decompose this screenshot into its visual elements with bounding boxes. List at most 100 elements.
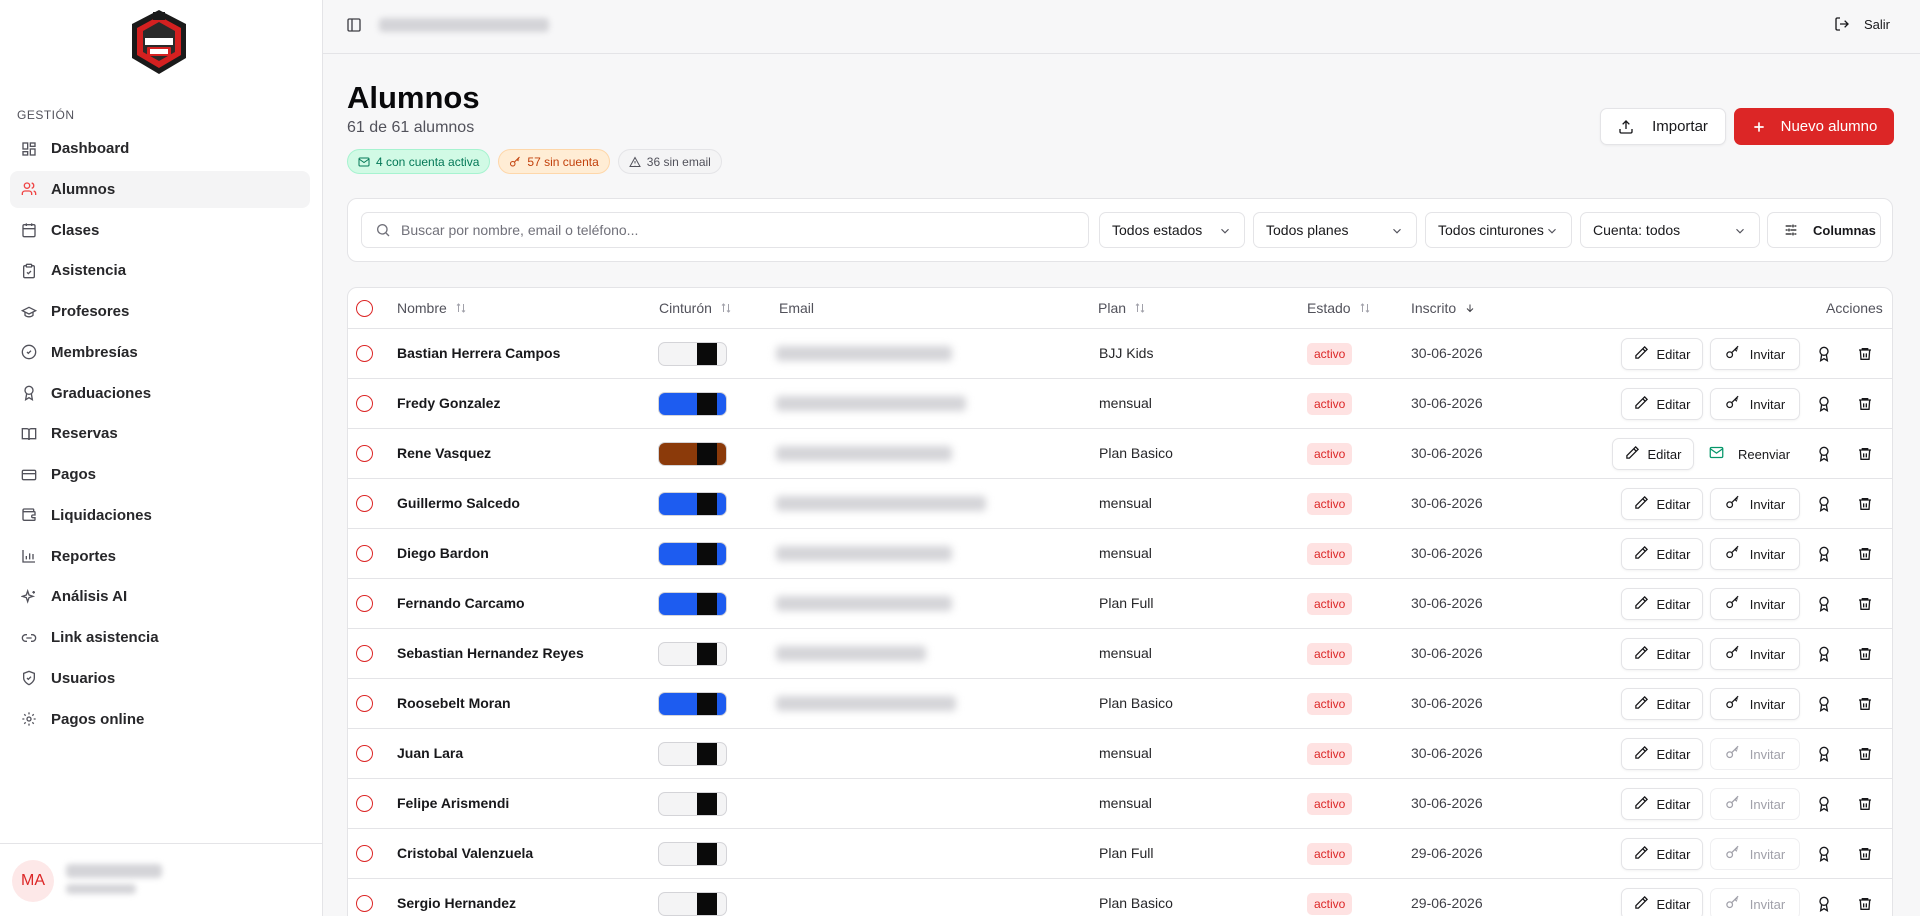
search-input[interactable] — [401, 222, 1081, 238]
account-filter-select[interactable]: Cuenta: todos — [1580, 212, 1760, 248]
trash-icon[interactable] — [1857, 796, 1873, 812]
edit-button[interactable]: Editar — [1621, 788, 1703, 820]
invite-button[interactable]: Invitar — [1710, 588, 1800, 620]
table-row[interactable]: Bastian Herrera Campos BJJ Kids activo 30-0… — [348, 329, 1892, 379]
edit-button[interactable]: Editar — [1621, 388, 1703, 420]
invite-button[interactable]: Invitar — [1710, 638, 1800, 670]
badge-no-email[interactable]: 36 sin email — [617, 149, 722, 174]
status-filter-select[interactable]: Todos estados — [1099, 212, 1245, 248]
column-header-status[interactable]: Estado — [1307, 300, 1371, 316]
award-icon[interactable] — [1816, 446, 1832, 462]
column-header-belt[interactable]: Cinturón — [659, 300, 732, 316]
trash-icon[interactable] — [1857, 696, 1873, 712]
row-checkbox[interactable] — [356, 395, 373, 412]
plan-filter-select[interactable]: Todos planes — [1253, 212, 1417, 248]
column-header-name[interactable]: Nombre — [397, 300, 467, 316]
row-checkbox[interactable] — [356, 695, 373, 712]
row-checkbox[interactable] — [356, 895, 373, 912]
award-icon[interactable] — [1816, 746, 1832, 762]
table-row[interactable]: Roosebelt Moran Plan Basico activo 30-06-20… — [348, 679, 1892, 729]
trash-icon[interactable] — [1857, 446, 1873, 462]
sidebar-item-link-asistencia[interactable]: Link asistencia — [10, 619, 310, 656]
sidebar-item-clases[interactable]: Clases — [10, 212, 310, 249]
row-checkbox[interactable] — [356, 445, 373, 462]
row-checkbox[interactable] — [356, 595, 373, 612]
fight-lab-logo[interactable] — [128, 8, 190, 76]
student-name[interactable]: Sebastian Hernandez Reyes — [397, 645, 584, 661]
table-row[interactable]: Juan Lara mensual activo 30-06-2026 Editar In… — [348, 729, 1892, 779]
sidebar-item-reportes[interactable]: Reportes — [10, 538, 310, 575]
student-name[interactable]: Juan Lara — [397, 745, 463, 761]
student-name[interactable]: Guillermo Salcedo — [397, 495, 520, 511]
table-row[interactable]: Rene Vasquez Plan Basico activo 30-06-2026 E… — [348, 429, 1892, 479]
row-checkbox[interactable] — [356, 745, 373, 762]
edit-button[interactable]: Editar — [1621, 888, 1703, 916]
award-icon[interactable] — [1816, 646, 1832, 662]
sidebar-item-asistencia[interactable]: Asistencia — [10, 252, 310, 289]
award-icon[interactable] — [1816, 546, 1832, 562]
student-name[interactable]: Felipe Arismendi — [397, 795, 509, 811]
table-row[interactable]: Felipe Arismendi mensual activo 30-06-2026 E… — [348, 779, 1892, 829]
invite-button[interactable]: Invitar — [1710, 388, 1800, 420]
award-icon[interactable] — [1816, 396, 1832, 412]
edit-button[interactable]: Editar — [1621, 538, 1703, 570]
table-row[interactable]: Cristobal Valenzuela Plan Full activo 29-06… — [348, 829, 1892, 879]
student-name[interactable]: Cristobal Valenzuela — [397, 845, 533, 861]
student-name[interactable]: Fredy Gonzalez — [397, 395, 500, 411]
sidebar-item-dashboard[interactable]: Dashboard — [10, 130, 310, 167]
columns-button[interactable]: Columnas — [1767, 212, 1881, 248]
trash-icon[interactable] — [1857, 396, 1873, 412]
sidebar-item-usuarios[interactable]: Usuarios — [10, 660, 310, 697]
table-row[interactable]: Fernando Carcamo Plan Full activo 30-06-202… — [348, 579, 1892, 629]
award-icon[interactable] — [1816, 496, 1832, 512]
invite-button[interactable]: Invitar — [1710, 688, 1800, 720]
award-icon[interactable] — [1816, 346, 1832, 362]
sidebar-item-analisis-ai[interactable]: Análisis AI — [10, 578, 310, 615]
sidebar-item-liquidaciones[interactable]: Liquidaciones — [10, 497, 310, 534]
sidebar-item-pagos-online[interactable]: Pagos online — [10, 701, 310, 738]
invite-button[interactable]: Invitar — [1710, 338, 1800, 370]
award-icon[interactable] — [1816, 846, 1832, 862]
column-header-plan[interactable]: Plan — [1098, 300, 1146, 316]
trash-icon[interactable] — [1857, 496, 1873, 512]
edit-button[interactable]: Editar — [1621, 588, 1703, 620]
edit-button[interactable]: Editar — [1621, 338, 1703, 370]
award-icon[interactable] — [1816, 596, 1832, 612]
select-all-checkbox[interactable] — [356, 300, 373, 317]
invite-button[interactable]: Invitar — [1710, 488, 1800, 520]
column-header-enrolled[interactable]: Inscrito — [1411, 300, 1476, 316]
table-row[interactable]: Fredy Gonzalez mensual activo 30-06-2026 Edi… — [348, 379, 1892, 429]
student-name[interactable]: Bastian Herrera Campos — [397, 345, 560, 361]
badge-active-accounts[interactable]: 4 con cuenta activa — [347, 149, 491, 174]
award-icon[interactable] — [1816, 696, 1832, 712]
belt-filter-select[interactable]: Todos cinturones — [1425, 212, 1572, 248]
table-row[interactable]: Sebastian Hernandez Reyes mensual activo 30… — [348, 629, 1892, 679]
table-row[interactable]: Diego Bardon mensual activo 30-06-2026 Edita… — [348, 529, 1892, 579]
trash-icon[interactable] — [1857, 646, 1873, 662]
edit-button[interactable]: Editar — [1621, 838, 1703, 870]
edit-button[interactable]: Editar — [1621, 688, 1703, 720]
edit-button[interactable]: Editar — [1621, 638, 1703, 670]
edit-button[interactable]: Editar — [1621, 488, 1703, 520]
student-name[interactable]: Fernando Carcamo — [397, 595, 525, 611]
invite-button[interactable]: Invitar — [1710, 538, 1800, 570]
trash-icon[interactable] — [1857, 746, 1873, 762]
sidebar-item-reservas[interactable]: Reservas — [10, 415, 310, 452]
student-name[interactable]: Roosebelt Moran — [397, 695, 511, 711]
table-row[interactable]: Sergio Hernandez Plan Basico activo 29-06-2… — [348, 879, 1892, 916]
row-checkbox[interactable] — [356, 345, 373, 362]
trash-icon[interactable] — [1857, 546, 1873, 562]
student-name[interactable]: Sergio Hernandez — [397, 895, 516, 911]
award-icon[interactable] — [1816, 896, 1832, 912]
row-checkbox[interactable] — [356, 645, 373, 662]
import-button[interactable]: Importar — [1600, 108, 1726, 145]
row-checkbox[interactable] — [356, 845, 373, 862]
edit-button[interactable]: Editar — [1612, 438, 1694, 470]
row-checkbox[interactable] — [356, 795, 373, 812]
sidebar-toggle-icon[interactable] — [346, 17, 362, 33]
badge-no-account[interactable]: 57 sin cuenta — [498, 149, 610, 174]
resend-invite-button[interactable]: Reenviar — [1709, 438, 1790, 470]
trash-icon[interactable] — [1857, 846, 1873, 862]
student-name[interactable]: Diego Bardon — [397, 545, 489, 561]
student-name[interactable]: Rene Vasquez — [397, 445, 491, 461]
